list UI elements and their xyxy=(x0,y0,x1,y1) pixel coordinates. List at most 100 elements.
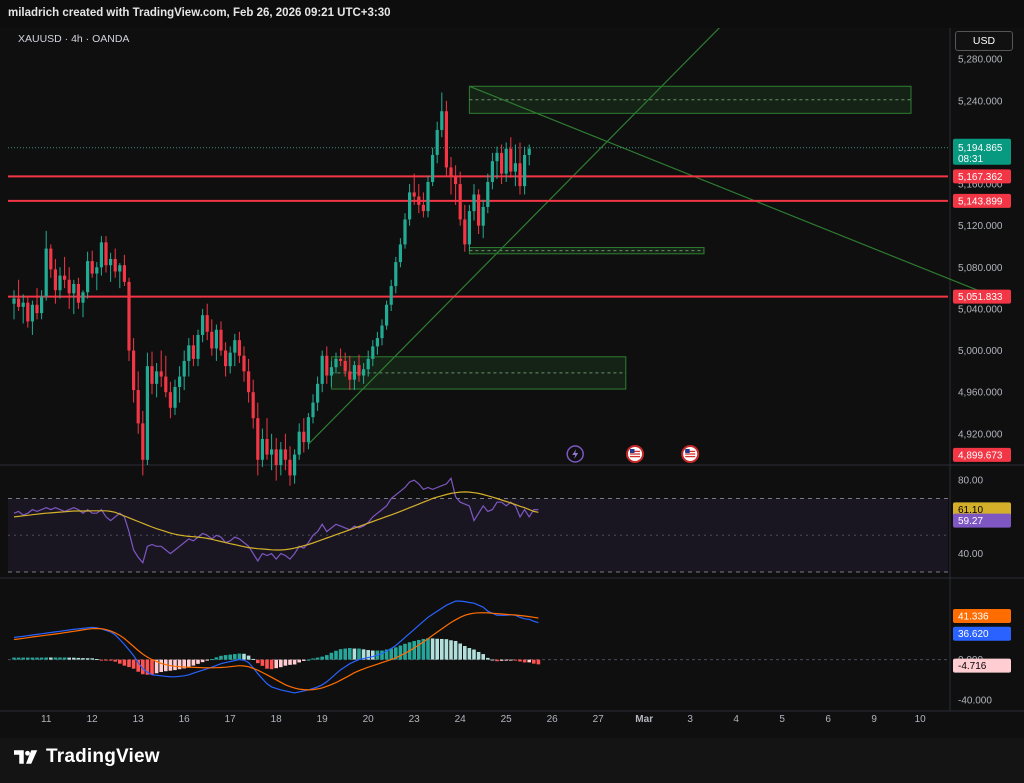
candle-body xyxy=(435,129,439,155)
macd-histogram-bar xyxy=(302,659,306,661)
candle-body xyxy=(504,148,508,174)
candle-body xyxy=(53,269,57,291)
time-tick-label: 17 xyxy=(225,714,237,725)
time-tick-label: 5 xyxy=(779,714,785,725)
candle-body xyxy=(76,283,80,303)
candle-body xyxy=(408,192,412,220)
macd-histogram-bar xyxy=(35,657,39,660)
candle-body xyxy=(444,111,448,168)
time-tick-label: 23 xyxy=(409,714,421,725)
candle-body xyxy=(417,196,421,205)
macd-histogram-bar xyxy=(26,657,30,660)
macd-histogram-bar xyxy=(265,659,269,669)
macd-histogram-bar xyxy=(389,648,393,660)
candle-body xyxy=(463,219,467,245)
candle-body xyxy=(472,194,476,212)
macd-histogram-value-tag: -4.716 xyxy=(958,661,987,672)
candle-body xyxy=(141,423,145,460)
tradingview-logo-icon xyxy=(14,750,38,764)
candle-body xyxy=(40,296,44,314)
candle-body xyxy=(201,315,205,335)
macd-histogram-bar xyxy=(297,659,301,663)
candle-body xyxy=(279,449,283,465)
currency-button[interactable]: USD xyxy=(955,31,1013,51)
chart-stage[interactable]: 5,280.0005,240.0005,200.0005,160.0005,12… xyxy=(0,28,1024,738)
candle-body xyxy=(352,365,356,380)
chart-canvas[interactable]: 5,280.0005,240.0005,200.0005,160.0005,12… xyxy=(0,28,1024,738)
macd-histogram-bar xyxy=(472,649,476,660)
time-tick-label: 11 xyxy=(41,714,52,725)
macd-tick-label: -40.000 xyxy=(958,695,992,706)
candle-body xyxy=(228,352,232,367)
candle-body xyxy=(260,438,264,460)
macd-histogram-bar xyxy=(518,659,522,662)
candle-body xyxy=(237,340,241,356)
level-price-tag: 5,167.362 xyxy=(958,172,1003,183)
macd-histogram-bar xyxy=(85,658,90,660)
candle-body xyxy=(412,192,416,197)
macd-histogram-bar xyxy=(532,659,536,664)
macd-histogram-bar xyxy=(306,659,311,661)
footer-bar: TradingView xyxy=(0,738,1024,783)
macd-histogram-bar xyxy=(44,657,48,660)
time-tick-label: 18 xyxy=(271,714,283,725)
macd-histogram-bar xyxy=(481,654,485,660)
candle-body xyxy=(132,350,136,391)
macd-histogram-bar xyxy=(12,657,16,660)
price-tick-label: 5,240.000 xyxy=(958,96,1003,107)
last-price-label: 5,194.865 xyxy=(958,143,1003,154)
macd-histogram-bar xyxy=(522,659,527,663)
macd-histogram-bar xyxy=(214,657,219,660)
candle-body xyxy=(214,329,218,349)
macd-histogram-bar xyxy=(279,659,283,668)
candle-body xyxy=(155,371,159,384)
macd-histogram-bar xyxy=(352,648,357,660)
candle-body xyxy=(426,181,430,212)
macd-signal-value-tag: 41.336 xyxy=(958,611,989,622)
candle-body xyxy=(389,286,393,305)
candle-body xyxy=(173,386,177,408)
macd-histogram-bar xyxy=(490,659,495,661)
time-tick-label: 12 xyxy=(87,714,99,725)
brand-name: TradingView xyxy=(46,746,160,767)
candle-body xyxy=(458,184,462,220)
time-tick-label: 6 xyxy=(825,714,831,725)
candle-body xyxy=(311,402,315,418)
macd-histogram-bar xyxy=(104,659,108,661)
candle-body xyxy=(21,302,25,307)
candle-body xyxy=(86,261,90,293)
candle-body xyxy=(316,383,320,403)
candle-body xyxy=(403,219,407,245)
macd-histogram-bar xyxy=(398,645,403,660)
macd-histogram-bar xyxy=(159,659,163,673)
rsi-tick-label: 80.00 xyxy=(958,476,983,487)
tradingview-logo[interactable]: TradingView xyxy=(12,746,160,768)
macd-histogram-bar xyxy=(187,659,191,668)
macd-histogram-bar xyxy=(435,638,439,660)
symbol-title[interactable]: XAUUSD · 4h · OANDA xyxy=(18,33,129,45)
candle-body xyxy=(329,367,333,376)
candle-body xyxy=(191,345,195,359)
macd-histogram-bar xyxy=(449,640,453,660)
macd-histogram-bar xyxy=(223,655,228,660)
candle-body xyxy=(467,211,471,245)
macd-histogram-bar xyxy=(76,657,81,660)
time-tick-label: 13 xyxy=(133,714,145,725)
level-price-tag: 5,051.833 xyxy=(958,292,1003,303)
macd-histogram-bar xyxy=(444,639,449,660)
macd-histogram-bar xyxy=(513,659,518,661)
candle-body xyxy=(490,161,494,182)
candle-body xyxy=(394,262,398,287)
candle-body xyxy=(30,304,34,322)
candle-body xyxy=(270,449,274,455)
candle-body xyxy=(293,454,297,476)
macd-histogram-bar xyxy=(108,659,113,661)
candle-body xyxy=(178,376,182,387)
macd-histogram-bar xyxy=(426,638,430,660)
candle-body xyxy=(205,315,209,332)
time-tick-label: 25 xyxy=(501,714,513,725)
candle-body xyxy=(274,449,278,465)
candle-body xyxy=(67,279,71,294)
macd-histogram-bar xyxy=(150,659,154,675)
candle-body xyxy=(219,329,223,351)
